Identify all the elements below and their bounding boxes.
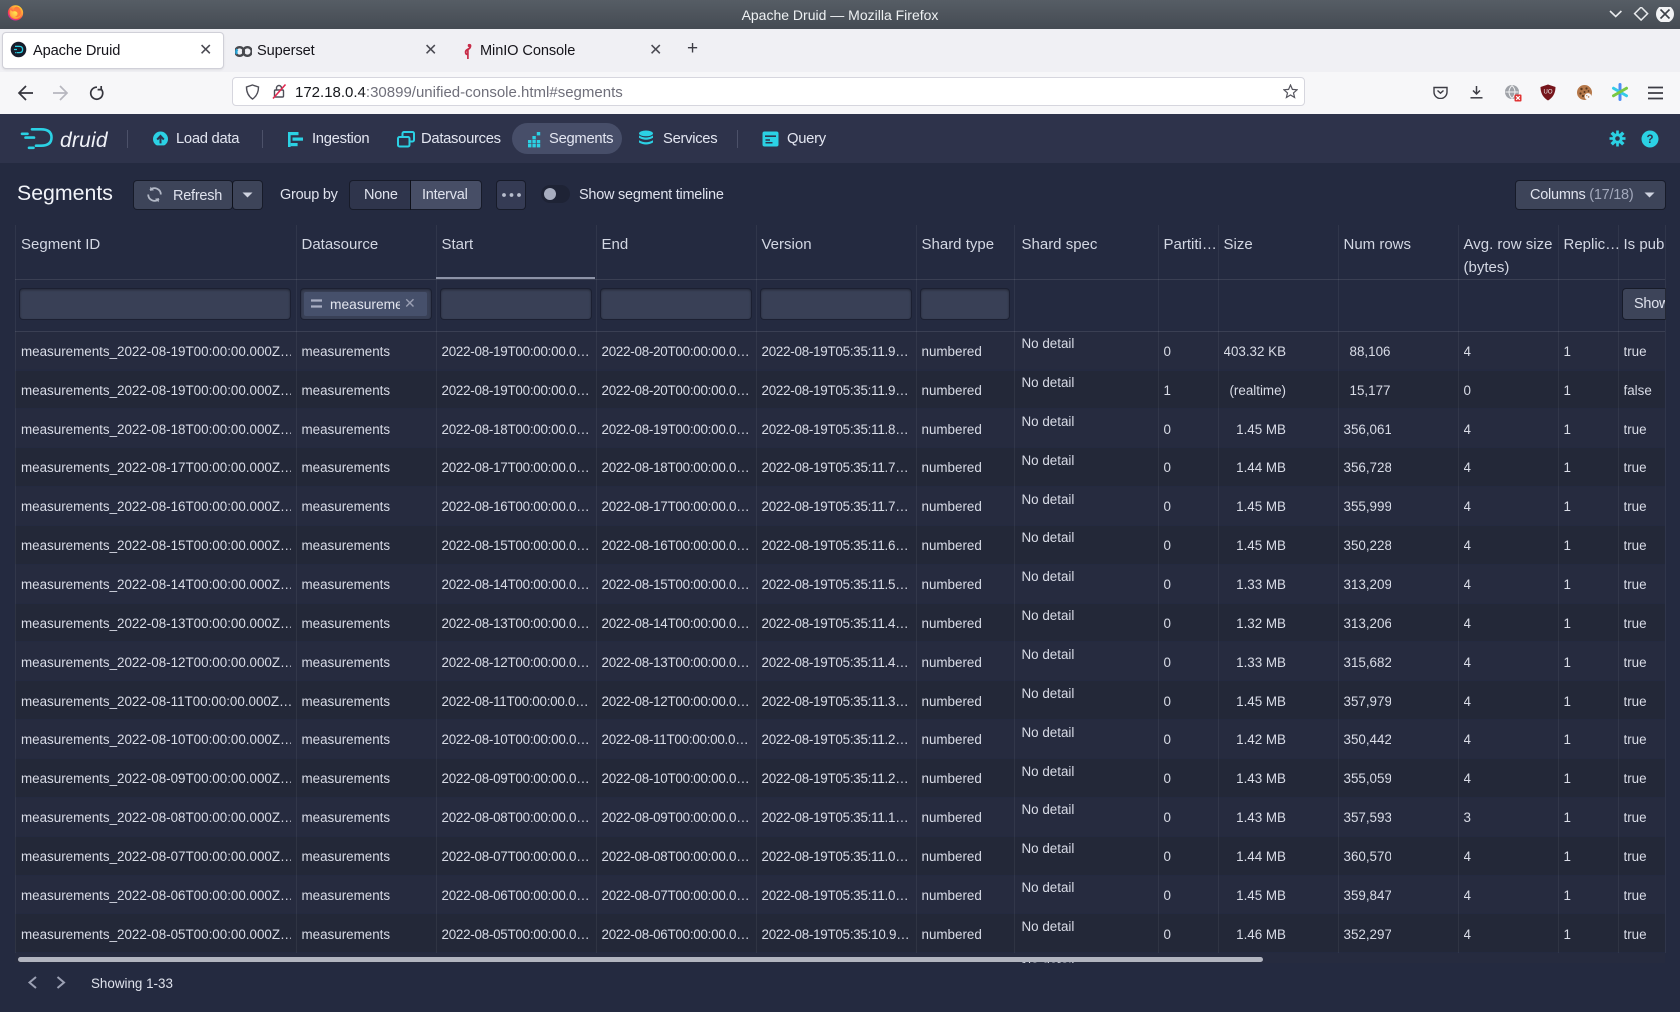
svg-text:?: ? (1646, 134, 1653, 146)
svg-text:UO: UO (1544, 90, 1553, 96)
